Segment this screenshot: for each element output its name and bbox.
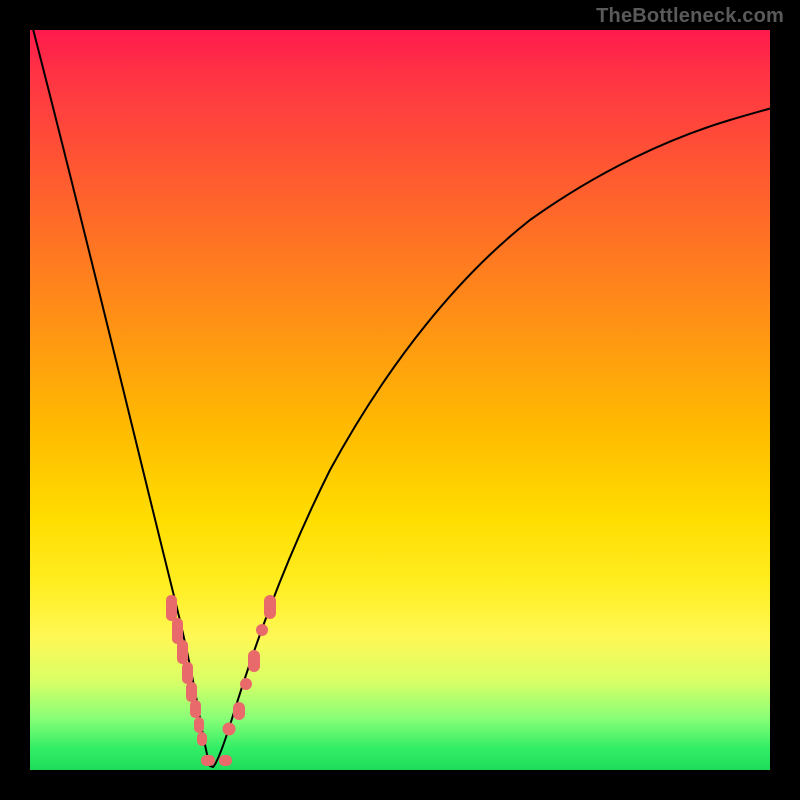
watermark-text: TheBottleneck.com [596, 5, 784, 28]
chart-frame: TheBottleneck.com [0, 0, 800, 800]
trough-markers [166, 595, 276, 766]
plot-area [30, 30, 770, 770]
curve-path [32, 30, 770, 767]
bottleneck-curve [30, 30, 770, 770]
